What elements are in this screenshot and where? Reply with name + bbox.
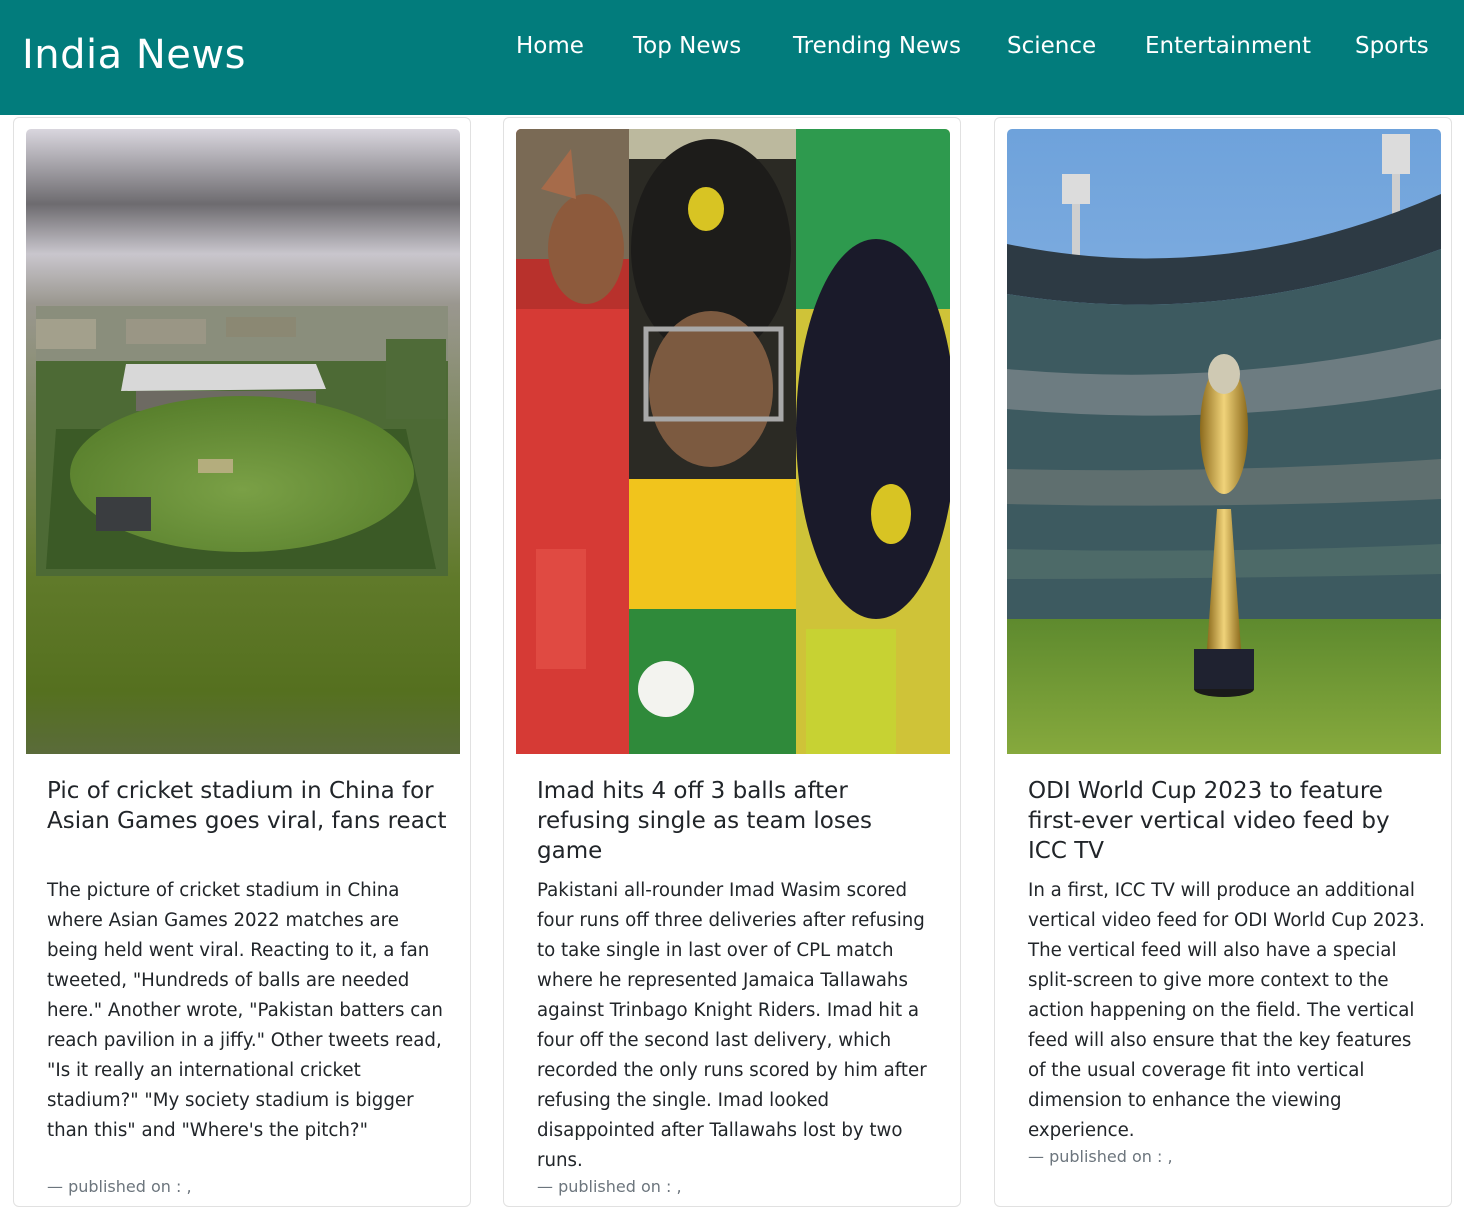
news-image-world-cup[interactable] bbox=[1007, 129, 1441, 754]
published-date: — published on : , bbox=[1028, 1147, 1173, 1166]
published-date: — published on : , bbox=[47, 1177, 192, 1196]
brand-logo[interactable]: India News bbox=[22, 32, 246, 78]
nav-sports[interactable]: Sports bbox=[1355, 33, 1429, 59]
news-description: Pakistani all-rounder Imad Wasim scored … bbox=[537, 880, 927, 1171]
published-date: — published on : , bbox=[537, 1177, 682, 1196]
nav-trending-news[interactable]: Trending News bbox=[793, 33, 961, 59]
nav-science[interactable]: Science bbox=[1007, 33, 1096, 59]
news-card-imad: Imad hits 4 off 3 balls after refusing s… bbox=[503, 117, 961, 1207]
nav-top-news[interactable]: Top News bbox=[633, 33, 741, 59]
news-title[interactable]: Imad hits 4 off 3 balls after refusing s… bbox=[537, 776, 937, 866]
news-description: The picture of cricket stadium in China … bbox=[47, 880, 443, 1141]
news-card-stadium: Pic of cricket stadium in China for Asia… bbox=[13, 117, 471, 1207]
nav-home[interactable]: Home bbox=[516, 33, 584, 59]
news-title[interactable]: Pic of cricket stadium in China for Asia… bbox=[47, 776, 447, 836]
news-description: In a first, ICC TV will produce an addit… bbox=[1028, 880, 1425, 1141]
news-image-stadium[interactable] bbox=[26, 129, 460, 754]
news-title[interactable]: ODI World Cup 2023 to feature first-ever… bbox=[1028, 776, 1428, 866]
nav-entertainment[interactable]: Entertainment bbox=[1145, 33, 1311, 59]
news-card-world-cup: ODI World Cup 2023 to feature first-ever… bbox=[994, 117, 1452, 1207]
navbar: India News Home Top News Trending News S… bbox=[0, 0, 1464, 115]
news-image-imad[interactable] bbox=[516, 129, 950, 754]
